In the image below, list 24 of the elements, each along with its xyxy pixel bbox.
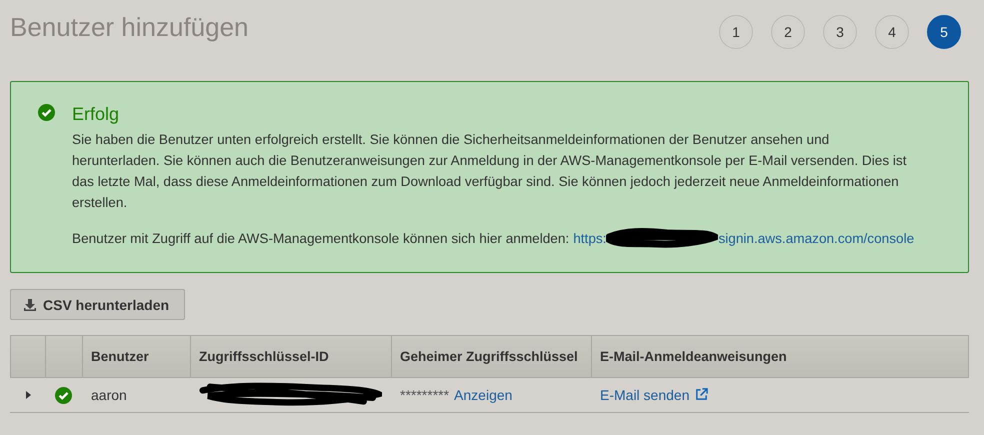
column-header: Zugriffsschlüssel-ID xyxy=(191,336,392,377)
console-link[interactable]: https: signin.aws.amazon.com/console xyxy=(573,228,914,248)
step-indicator: 3 xyxy=(823,15,857,49)
check-circle-icon xyxy=(38,104,55,121)
external-link-icon xyxy=(694,388,708,401)
column-header: E-Mail-Anmeldeanweisungen xyxy=(599,348,788,366)
step-indicator: 1 xyxy=(719,15,753,49)
csv-download-button[interactable]: CSV herunterladen xyxy=(10,289,186,320)
page-title: Benutzer hinzufügen xyxy=(10,12,249,43)
send-email-link[interactable]: E-Mail senden xyxy=(600,387,708,403)
check-circle-icon xyxy=(55,386,72,404)
alert-title: Erfolg xyxy=(72,104,120,125)
step-indicator: 2 xyxy=(771,15,805,49)
step-indicator: 5 xyxy=(927,15,961,49)
show-link[interactable]: Anzeigen xyxy=(454,387,512,403)
column-header: Geheimer Zugriffsschlüssel xyxy=(392,336,592,377)
expand-caret-icon[interactable] xyxy=(24,391,32,399)
column-header: Benutzer xyxy=(83,336,191,377)
alert-message: Sie haben die Benutzer unten erfolgreich erstellt. Sie können die Sicherheitsanmeldeinformationen der Benutzer ansehen und herunterladen. Sie können auch die Benutzeranweisungen zur Anmeldung in der AWS-Managementkonsole per E-Mail versenden. Dies ist das letzte Mal, dass diese Anmeldeinformationen zum Download verfügbar sind. Sie können jedoch jederzeit neue Anmeldeinformationen erstellen. xyxy=(72,131,908,212)
download-icon xyxy=(23,298,37,312)
step-indicator: 4 xyxy=(875,15,909,49)
console-text: Benutzer mit Zugriff auf die AWS-Managementkonsole können sich hier anmelden: xyxy=(72,230,570,246)
masked-secret: ********* xyxy=(400,387,450,403)
user-name: aaron xyxy=(91,387,127,403)
